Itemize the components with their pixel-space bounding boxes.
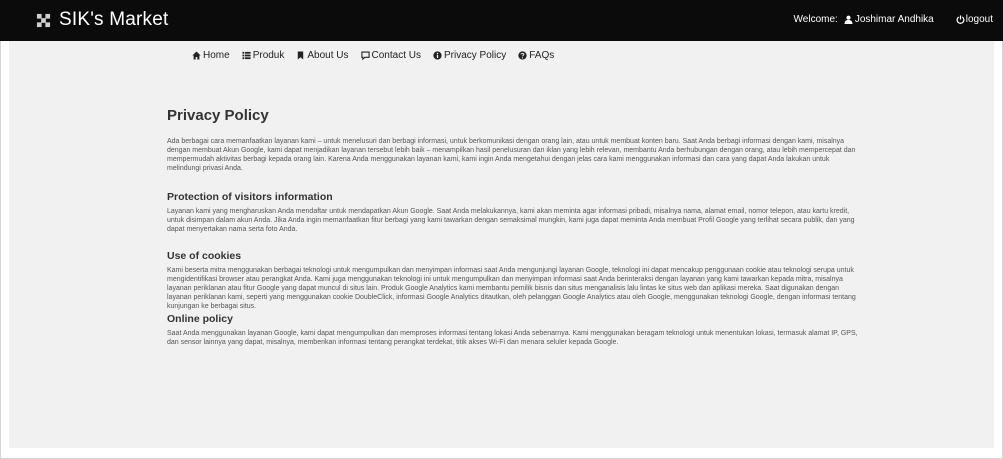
nav-label: About Us [307,50,349,61]
welcome-label: Welcome: [793,14,838,25]
main-nav: Home Produk About Us Contact Us Privacy … [192,50,566,61]
section-heading-online-policy: Online policy [167,313,233,325]
comment-icon [360,51,370,60]
question-circle-icon [518,51,527,60]
nav-item-about-us[interactable]: About Us [296,50,349,61]
nav-label: Home [203,50,230,61]
section-body-cookies: Kami beserta mitra menggunakan berbagai … [167,267,856,310]
brand-logo-icon [36,13,51,27]
home-icon [192,51,201,60]
section-heading-cookies: Use of cookies [167,250,242,262]
top-navbar: SIK's Market Welcome: Joshimar Andhika l… [0,0,1003,41]
nav-item-produk[interactable]: Produk [242,50,285,61]
privacy-policy-content: Privacy Policy Ada berbagai cara memanfa… [167,107,859,347]
section-body-protection: Layanan kami yang mengharuskan Anda mend… [167,208,855,233]
section-body-online-policy: Saat Anda menggunakan layanan Google, ka… [167,330,858,346]
user-icon [844,15,853,24]
nav-item-home[interactable]: Home [192,50,230,61]
nav-label: FAQs [529,50,555,61]
nav-label: Contact Us [371,50,421,61]
nav-label: Produk [252,50,285,61]
main-content-area: Home Produk About Us Contact Us Privacy … [9,41,994,448]
brand[interactable]: SIK's Market [36,9,169,31]
intro-paragraph: Ada berbagai cara memanfaatkan layanan k… [167,138,856,172]
info-circle-icon [433,51,442,60]
nav-item-contact-us[interactable]: Contact Us [360,50,421,61]
section-heading-protection: Protection of visitors information [167,191,333,203]
user-area: Welcome: Joshimar Andhika logout [794,14,993,25]
bookmark-icon [298,51,304,60]
nav-item-privacy-policy[interactable]: Privacy Policy [433,50,506,61]
logout-link[interactable]: logout [966,14,993,25]
nav-label: Privacy Policy [443,50,507,61]
list-icon [242,51,251,60]
page-title: Privacy Policy [167,107,269,124]
username-link[interactable]: Joshimar Andhika [855,14,934,25]
brand-title: SIK's Market [59,9,169,30]
nav-item-faqs[interactable]: FAQs [518,50,554,61]
power-icon [956,15,965,24]
